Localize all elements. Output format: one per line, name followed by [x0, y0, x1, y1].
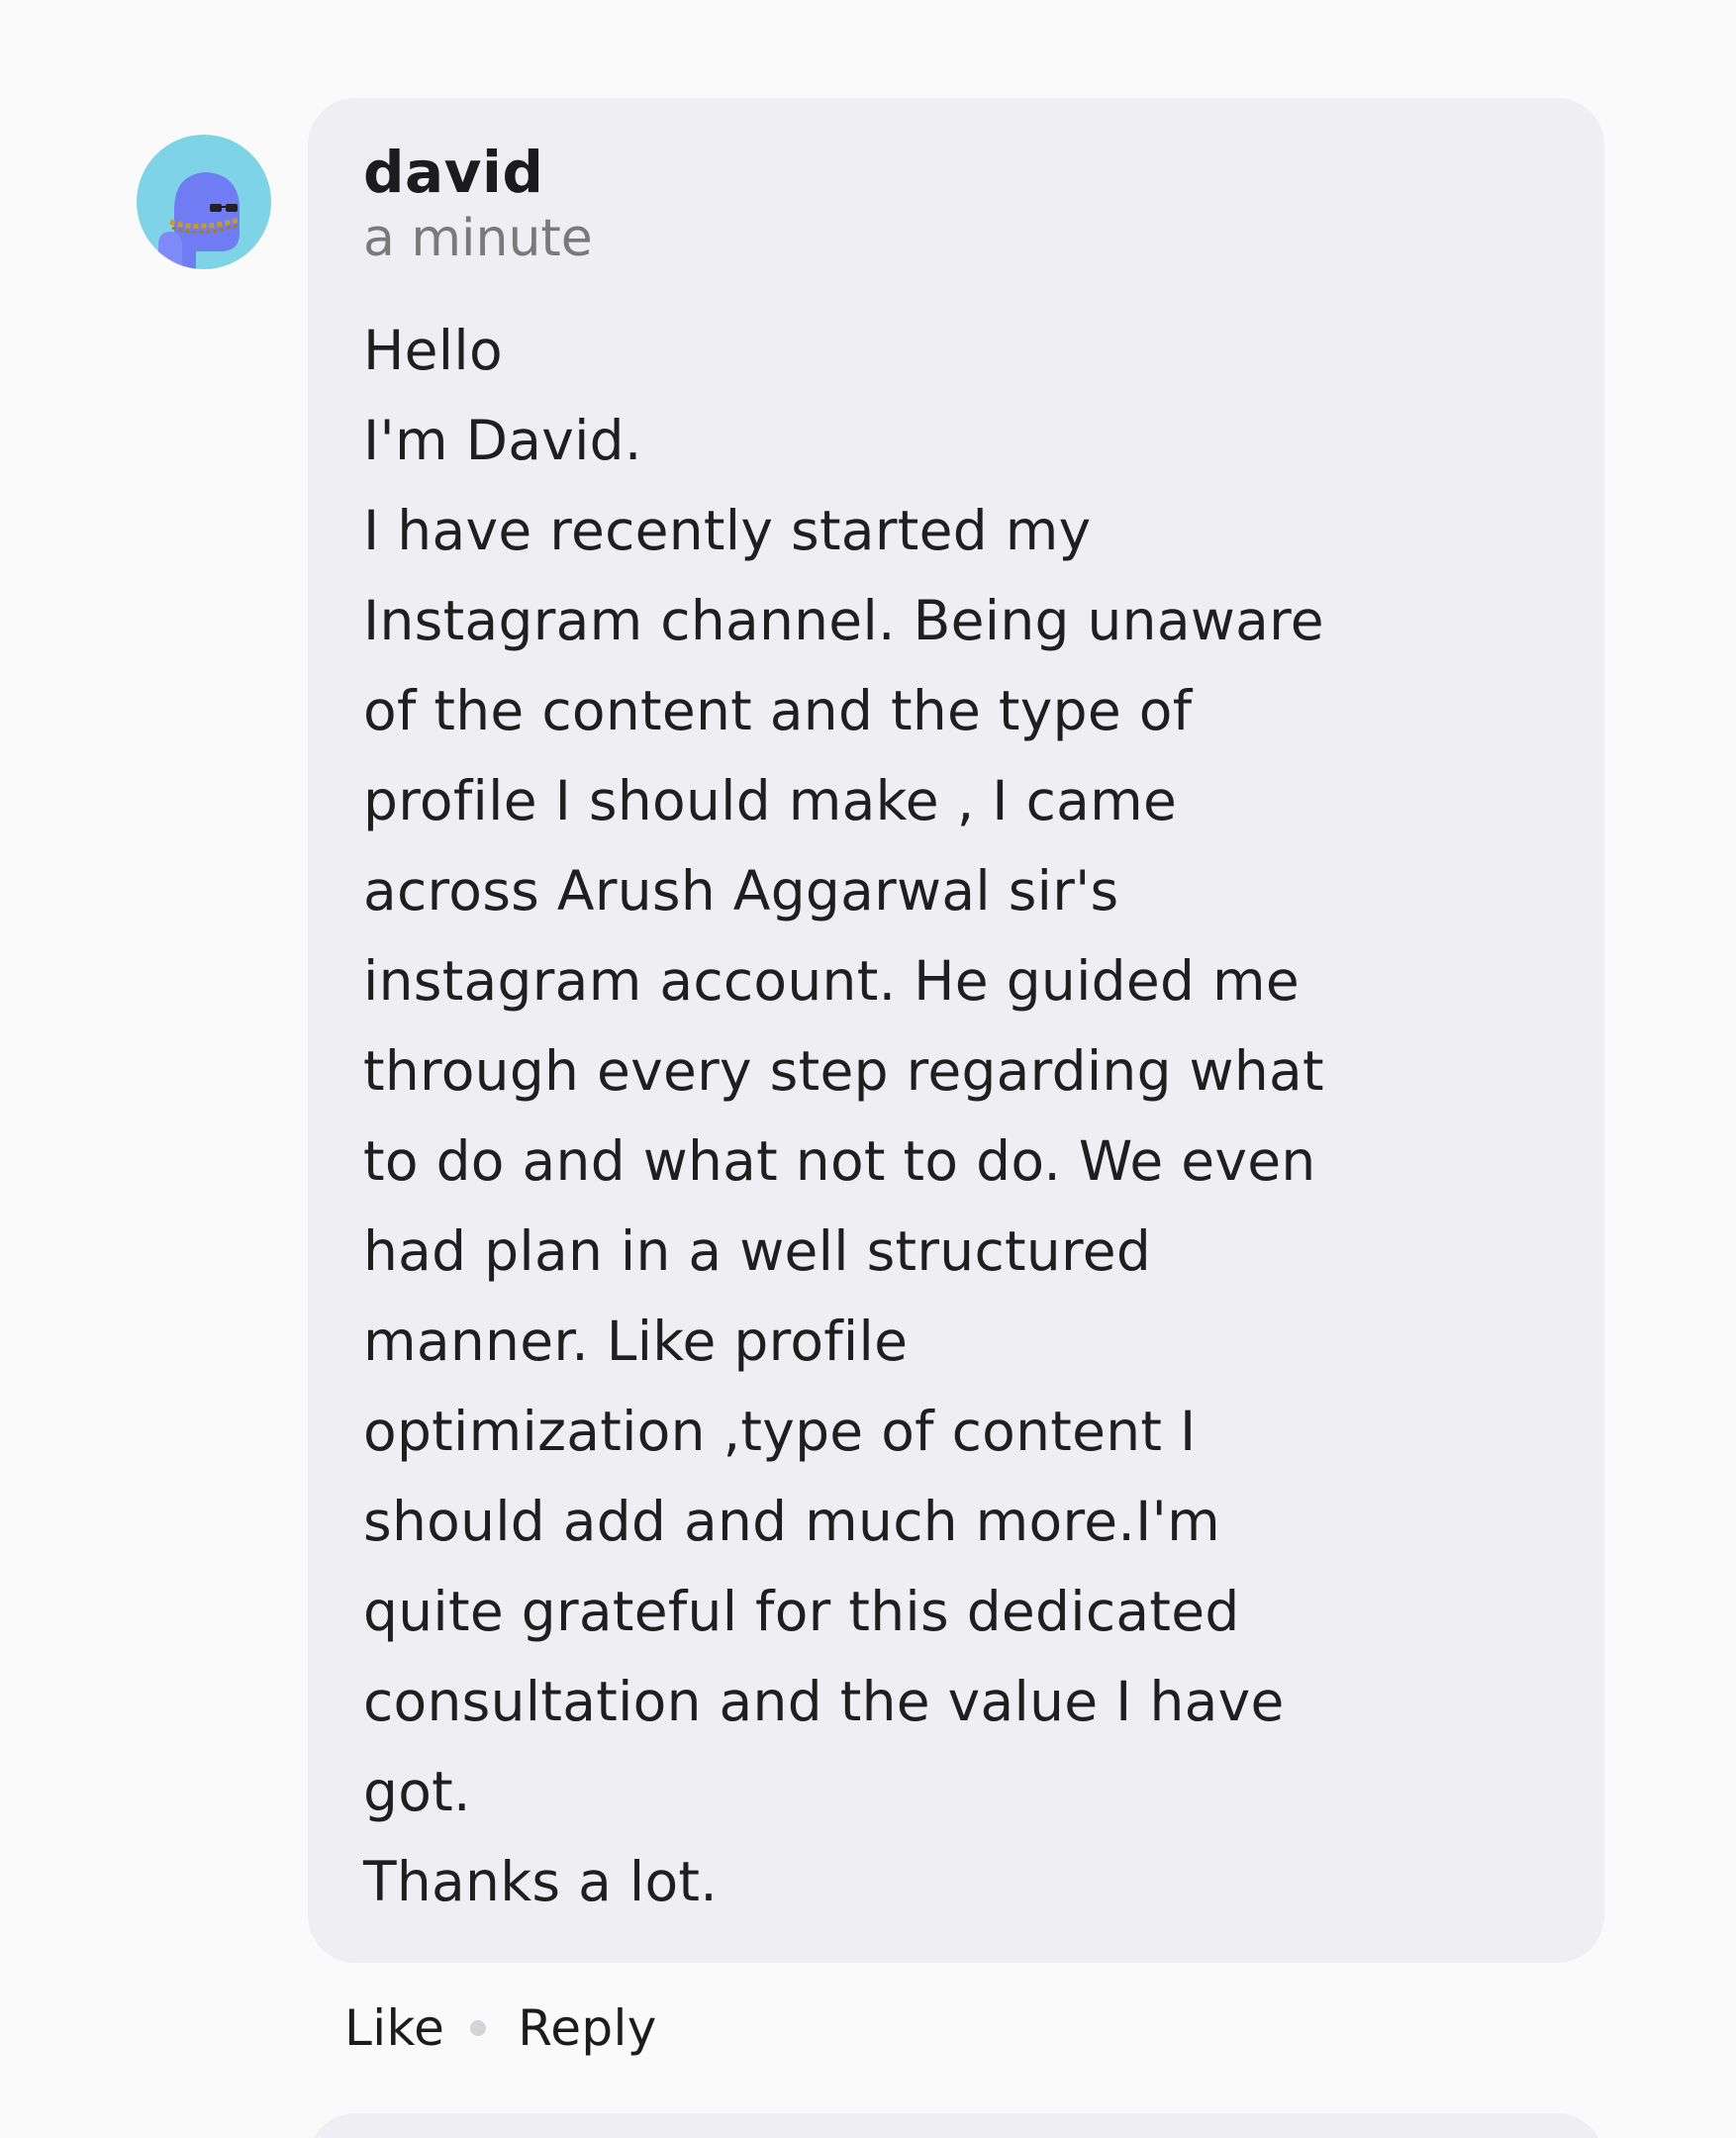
- comment-line: quite grateful for this dedicated: [363, 1580, 1240, 1643]
- comment-body: Hello I'm David. I have recently started…: [363, 306, 1549, 1927]
- comment-line: across Arush Aggarwal sir's: [363, 859, 1119, 923]
- comment-bubble: david a minute Hello I'm David. I have r…: [308, 98, 1604, 1963]
- like-button[interactable]: Like: [344, 1999, 444, 2057]
- comment-timestamp: a minute: [363, 209, 593, 268]
- comment-line: Hello: [363, 319, 503, 382]
- comment-author[interactable]: david: [363, 138, 1549, 207]
- comment-line: should add and much more.I'm: [363, 1490, 1220, 1553]
- comment-line: profile I should make , I came: [363, 769, 1178, 832]
- comment-actions: Like Reply: [344, 1999, 657, 2057]
- comment-thread: david a minute Hello I'm David. I have r…: [0, 0, 1736, 2138]
- comment-line: had plan in a well structured: [363, 1219, 1152, 1283]
- comment-line: consultation and the value I have: [363, 1670, 1285, 1733]
- comment-line: I'm David.: [363, 409, 642, 472]
- comment-line: to do and what not to do. We even: [363, 1129, 1316, 1193]
- comment-line: of the content and the type of: [363, 679, 1193, 742]
- separator-dot: [470, 2020, 487, 2036]
- avatar[interactable]: [137, 135, 271, 269]
- cartoon-avatar-icon: [158, 172, 241, 269]
- comment-line: instagram account. He guided me: [363, 949, 1301, 1013]
- reply-button[interactable]: Reply: [518, 1999, 656, 2057]
- comment-line: optimization ,type of content I: [363, 1400, 1197, 1463]
- comment-line: got.: [363, 1760, 471, 1823]
- comment-line: I have recently started my: [363, 499, 1092, 562]
- comment-line: manner. Like profile: [363, 1310, 909, 1373]
- comment-line: Instagram channel. Being unaware: [363, 589, 1324, 652]
- comment-line: Thanks a lot.: [363, 1850, 719, 1913]
- comment-line: through every step regarding what: [363, 1039, 1324, 1103]
- next-comment-bubble: [308, 2113, 1604, 2138]
